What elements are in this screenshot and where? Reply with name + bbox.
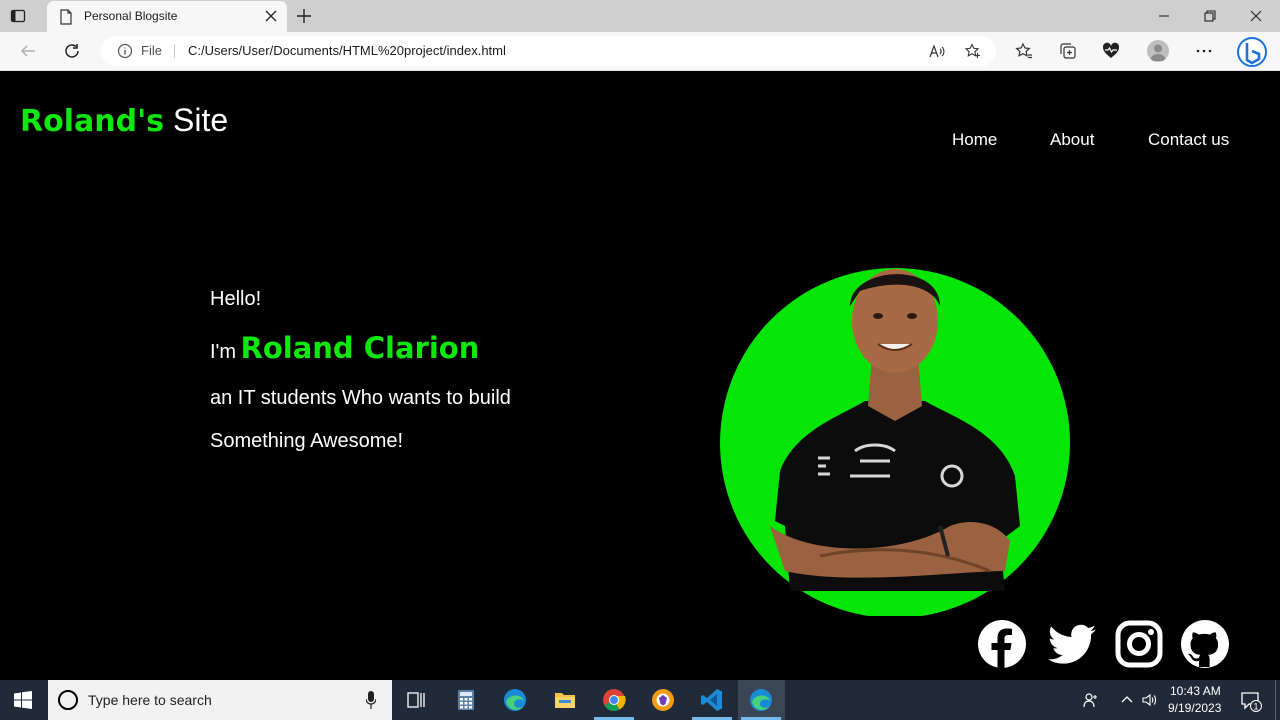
hero-name-line: I'm Roland Clarion — [210, 331, 479, 365]
address-toolbar: File C:/Users/User/Documents/HTML%20proj… — [0, 32, 1280, 71]
taskbar-search[interactable]: Type here to search — [48, 680, 392, 720]
hero-im: I'm — [210, 341, 237, 363]
refresh-icon[interactable] — [63, 42, 81, 60]
chevron-up-icon[interactable] — [1119, 692, 1135, 708]
taskbar: Type here to search 10:43 AM 9/19/2023 1 — [0, 680, 1280, 720]
info-icon[interactable] — [117, 43, 133, 59]
hero-tagline-2: Something Awesome! — [210, 430, 404, 452]
address-bar[interactable]: File C:/Users/User/Documents/HTML%20proj… — [101, 36, 996, 66]
clock-date[interactable]: 9/19/2023 — [1168, 701, 1221, 715]
close-window-icon[interactable] — [1248, 8, 1264, 24]
minimize-icon[interactable] — [1156, 8, 1172, 24]
search-placeholder: Type here to search — [88, 692, 212, 708]
hero-tagline: an IT students Who wants to build — [210, 387, 511, 409]
notification-icon[interactable]: 1 — [1240, 690, 1262, 712]
cortana-icon — [58, 690, 78, 710]
instagram-icon[interactable] — [1114, 619, 1164, 669]
url-text[interactable]: C:/Users/User/Documents/HTML%20project/i… — [188, 43, 506, 58]
people-icon[interactable] — [1083, 692, 1099, 708]
twitter-icon[interactable] — [1047, 619, 1097, 669]
tab-strip: Personal Blogsite — [0, 0, 1280, 32]
volume-icon[interactable] — [1142, 692, 1158, 708]
microphone-icon[interactable] — [366, 691, 376, 709]
show-desktop-button[interactable] — [1275, 680, 1276, 720]
tab-title: Personal Blogsite — [84, 9, 178, 23]
new-tab-icon[interactable] — [296, 8, 312, 24]
favorites-icon[interactable] — [1015, 42, 1033, 60]
read-aloud-icon[interactable] — [929, 43, 945, 59]
nav-home[interactable]: Home — [952, 130, 997, 150]
edge-active-taskbar-item[interactable] — [738, 680, 785, 720]
divider — [174, 44, 175, 58]
profile-icon — [1150, 44, 1166, 61]
windows-start-icon[interactable] — [14, 691, 32, 709]
back-icon[interactable] — [19, 42, 37, 60]
tab-actions-icon[interactable] — [10, 8, 26, 24]
brave-icon[interactable] — [651, 688, 675, 712]
vscode-icon[interactable] — [700, 688, 724, 712]
more-options-icon[interactable] — [1195, 42, 1213, 60]
notification-count: 1 — [1253, 702, 1258, 712]
nav-about[interactable]: About — [1050, 130, 1094, 150]
facebook-icon[interactable] — [977, 619, 1027, 669]
chrome-icon[interactable] — [602, 688, 626, 712]
calculator-icon[interactable] — [454, 688, 478, 712]
close-tab-icon[interactable] — [265, 10, 277, 22]
hero-greeting: Hello! — [210, 288, 262, 310]
restore-icon[interactable] — [1202, 8, 1218, 24]
profile-avatar[interactable] — [1147, 40, 1169, 62]
profile-portrait — [720, 268, 1070, 616]
page-content: Roland's Site Home About Contact us Hell… — [0, 71, 1280, 680]
nav-contact[interactable]: Contact us — [1148, 130, 1229, 150]
browser-essentials-icon[interactable] — [1102, 42, 1120, 60]
bing-chat-icon[interactable] — [1236, 36, 1268, 68]
file-explorer-icon[interactable] — [553, 688, 577, 712]
page-icon — [60, 9, 72, 25]
edge-icon[interactable] — [503, 688, 527, 712]
clock-time[interactable]: 10:43 AM — [1170, 684, 1221, 698]
task-view-icon[interactable] — [404, 688, 428, 712]
github-icon[interactable] — [1180, 619, 1230, 669]
logo-rest-text: Site — [173, 102, 229, 138]
add-favorite-icon[interactable] — [965, 43, 981, 59]
browser-tab[interactable]: Personal Blogsite — [47, 1, 287, 32]
collections-icon[interactable] — [1059, 42, 1077, 60]
logo-strong-text: Roland's — [20, 104, 165, 139]
hero-name: Roland Clarion — [240, 331, 480, 365]
file-label: File — [141, 43, 162, 58]
edge-active-icon — [750, 689, 772, 711]
site-logo[interactable]: Roland's Site — [20, 102, 228, 139]
